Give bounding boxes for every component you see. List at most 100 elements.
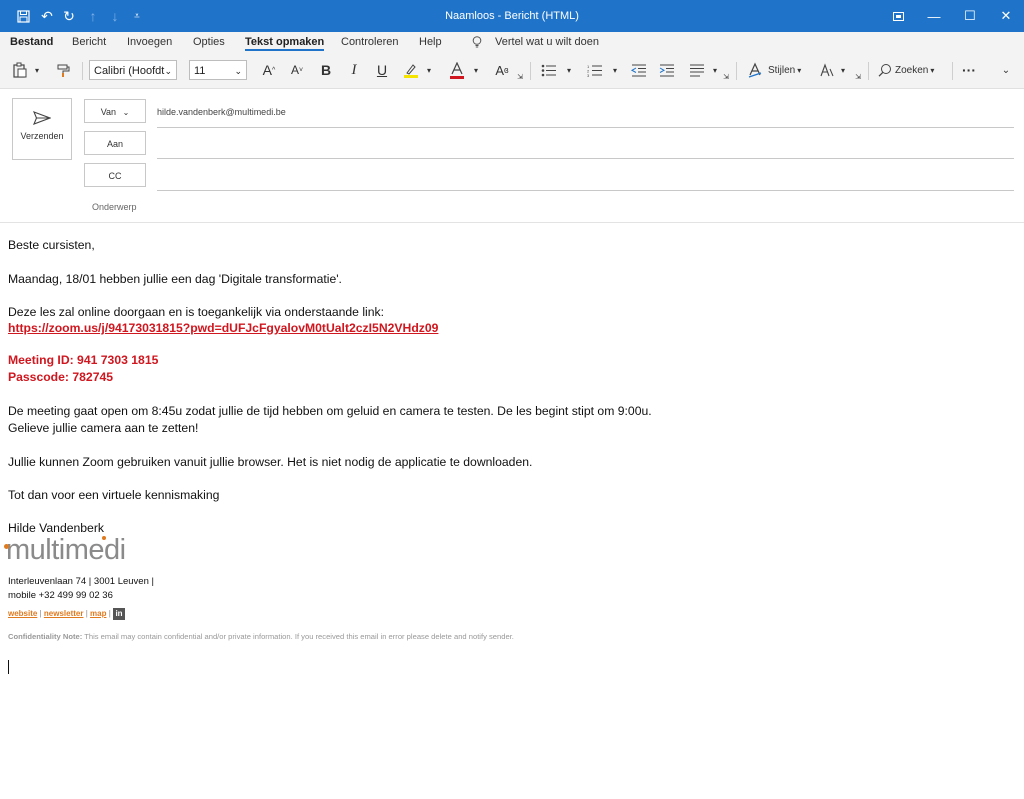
format-painter-icon[interactable]	[52, 59, 74, 81]
bullets-dropdown-icon[interactable]: ▾	[564, 59, 574, 81]
numbering-dropdown-icon[interactable]: ▾	[610, 59, 620, 81]
chevron-down-icon: ▾	[930, 65, 935, 75]
separator	[736, 62, 737, 80]
website-link[interactable]: website	[8, 609, 37, 618]
tell-me-input[interactable]: Vertel wat u wilt doen	[495, 36, 599, 48]
newsletter-link[interactable]: newsletter	[44, 609, 84, 618]
tab-tekst-opmaken[interactable]: Tekst opmaken	[245, 36, 325, 51]
from-button[interactable]: Van ⌄	[84, 99, 146, 123]
chevron-down-icon: ▾	[797, 65, 802, 75]
close-icon[interactable]: ✕	[988, 0, 1024, 32]
cc-field[interactable]	[157, 190, 1014, 191]
underline-button[interactable]: U	[371, 59, 393, 81]
numbering-icon[interactable]: 123	[584, 59, 606, 81]
ribbon-toolbar: ▾ Calibri (Hoofdt ⌄ 11 ⌄ A ^ A ˅ B I U ▾ ▾…	[0, 54, 1024, 89]
decrease-indent-icon[interactable]	[628, 59, 650, 81]
grow-font-icon[interactable]: A ^	[258, 59, 280, 81]
grow-font-label: A	[262, 62, 273, 78]
signature-address: Interleuvenlaan 74 | 3001 Leuven |	[8, 576, 154, 587]
from-label: Van	[100, 107, 117, 117]
logo-dot-icon	[4, 544, 9, 549]
change-styles-icon[interactable]	[816, 59, 838, 81]
body-line-camera: Gelieve jullie camera aan te zetten!	[8, 421, 199, 435]
tab-invoegen[interactable]: Invoegen	[127, 36, 172, 48]
font-dialog-launcher-icon[interactable]: ⇲	[516, 72, 524, 82]
cc-button[interactable]: CC	[84, 163, 146, 187]
body-line-browser: Jullie kunnen Zoom gebruiken vanuit jull…	[8, 455, 533, 469]
send-label: Verzenden	[20, 131, 64, 141]
text-cursor	[8, 660, 9, 674]
paste-icon[interactable]	[8, 59, 30, 81]
meeting-id: Meeting ID: 941 7303 1815	[8, 353, 159, 367]
tab-opties[interactable]: Opties	[193, 36, 225, 48]
shrink-font-label: A	[290, 63, 299, 77]
to-field[interactable]	[157, 158, 1014, 159]
tab-bestand[interactable]: Bestand	[10, 36, 53, 48]
change-styles-dropdown-icon[interactable]: ▾	[838, 59, 848, 81]
highlight-dropdown-icon[interactable]: ▾	[424, 59, 434, 81]
tab-bericht[interactable]: Bericht	[72, 36, 106, 48]
linkedin-icon[interactable]: in	[113, 608, 126, 620]
greeting: Beste cursisten,	[8, 238, 95, 252]
tab-help[interactable]: Help	[419, 36, 442, 48]
confidentiality-text: This email may contain confidential and/…	[82, 632, 514, 641]
font-color-dropdown-icon[interactable]: ▾	[471, 59, 481, 81]
styles-label: Stijlen	[768, 64, 796, 76]
logo-text: multimedi	[6, 534, 126, 566]
paragraph-dialog-launcher-icon[interactable]: ⇲	[722, 72, 730, 82]
search-label: Zoeken	[895, 64, 929, 76]
align-dropdown-icon[interactable]: ▾	[710, 59, 720, 81]
send-button[interactable]: Verzenden	[12, 98, 72, 160]
body-line-closing: Tot dan voor een virtuele kennismaking	[8, 488, 220, 502]
search-icon	[878, 64, 891, 77]
collapse-ribbon-icon[interactable]: ⌄	[998, 59, 1014, 81]
body-line-date: Maandag, 18/01 hebben jullie een dag 'Di…	[8, 272, 342, 286]
increase-indent-icon[interactable]	[656, 59, 678, 81]
signature-mobile: mobile +32 499 99 02 36	[8, 590, 113, 601]
styles-button[interactable]: Stijlen ▾	[768, 59, 801, 81]
chevron-down-icon: ⌄	[164, 66, 172, 76]
bold-button[interactable]: B	[315, 59, 337, 81]
separator	[868, 62, 869, 80]
logo-dot-icon	[102, 536, 106, 540]
maximize-icon[interactable]: ☐	[952, 0, 988, 32]
signature-name: Hilde Vandenberk	[8, 521, 104, 535]
ribbon-tabs: Bestand Bericht Invoegen Opties Tekst op…	[0, 32, 1024, 54]
more-options-icon[interactable]: ···	[960, 59, 978, 81]
separator	[530, 62, 531, 80]
map-link[interactable]: map	[90, 609, 106, 618]
to-button[interactable]: Aan	[84, 131, 146, 155]
chevron-down-icon: ⌄	[122, 108, 130, 117]
italic-button[interactable]: I	[343, 59, 365, 81]
highlight-icon[interactable]	[400, 59, 422, 81]
company-logo: multimedi	[4, 534, 126, 567]
shrink-font-icon[interactable]: A ˅	[286, 59, 308, 81]
search-button[interactable]: Zoeken ▾	[878, 59, 934, 81]
align-text-icon[interactable]	[686, 59, 708, 81]
body-line-meeting-open: De meeting gaat open om 8:45u zodat jull…	[8, 404, 652, 418]
paste-dropdown-icon[interactable]: ▾	[32, 59, 42, 81]
font-name-select[interactable]: Calibri (Hoofdt ⌄	[89, 60, 177, 80]
body-line-online: Deze les zal online doorgaan en is toega…	[8, 305, 385, 319]
lightbulb-icon	[472, 36, 482, 51]
signature-links: website | newsletter | map | in	[8, 608, 126, 620]
separator	[952, 62, 953, 80]
tab-controleren[interactable]: Controleren	[341, 36, 398, 48]
font-size-select[interactable]: 11 ⌄	[189, 60, 247, 80]
passcode: Passcode: 782745	[8, 370, 114, 384]
compose-header: Verzenden Van ⌄ hilde.vandenberk@multime…	[0, 88, 1024, 223]
clear-formatting-icon[interactable]: Aɞ	[491, 59, 513, 81]
title-bar: ↶ ↻ ↑ ↓ ⩡ Naamloos - Bericht (HTML) — ☐ …	[0, 0, 1024, 32]
styles-icon[interactable]	[744, 59, 766, 81]
confidentiality-label: Confidentiality Note:	[8, 632, 83, 641]
minimize-icon[interactable]: —	[916, 0, 952, 32]
svg-text:3: 3	[587, 73, 590, 77]
font-color-icon[interactable]	[446, 59, 468, 81]
subject-label: Onderwerp	[92, 202, 137, 212]
bullets-icon[interactable]	[538, 59, 560, 81]
zoom-link[interactable]: https://zoom.us/j/94173031815?pwd=dUFJcF…	[8, 321, 438, 335]
separator	[82, 62, 83, 80]
window-title: Naamloos - Bericht (HTML)	[445, 10, 579, 22]
styles-dialog-launcher-icon[interactable]: ⇲	[854, 72, 862, 82]
ribbon-display-options-icon[interactable]	[880, 0, 916, 32]
